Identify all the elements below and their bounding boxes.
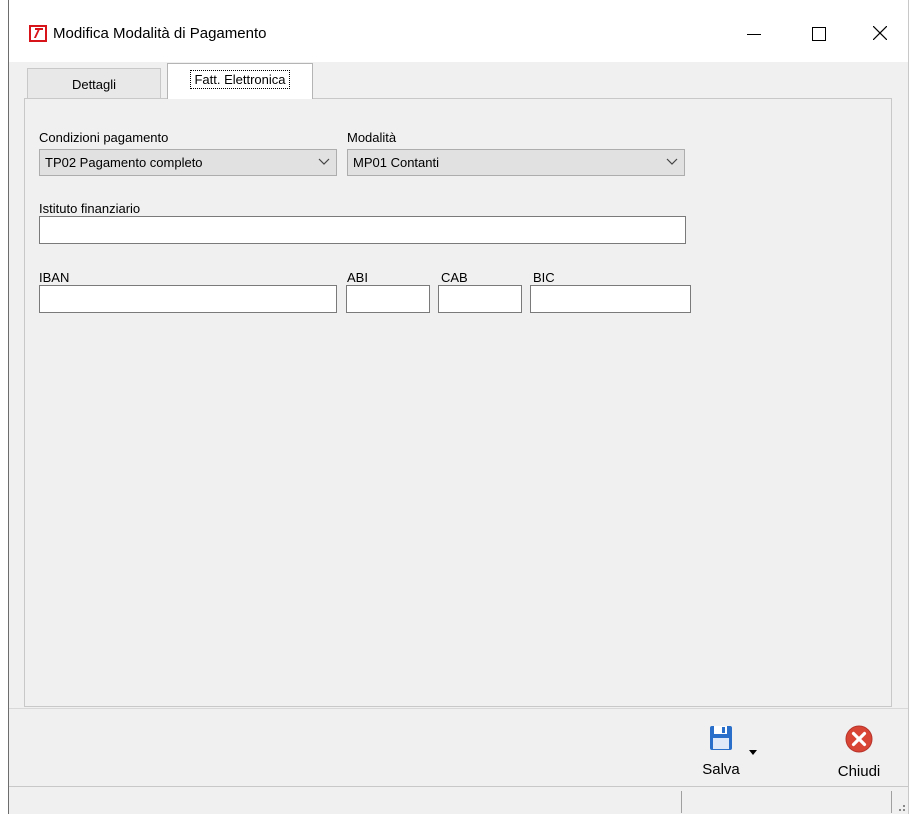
istituto-finanziario-label: Istituto finanziario xyxy=(39,201,141,216)
tab-fatt-elettronica-label: Fatt. Elettronica xyxy=(190,70,290,89)
condizioni-pagamento-value: TP02 Pagamento completo xyxy=(45,155,203,170)
iban-label: IBAN xyxy=(39,270,70,285)
tab-dettagli-label: Dettagli xyxy=(71,77,117,92)
chiudi-label: Chiudi xyxy=(837,763,881,780)
chevron-down-icon xyxy=(666,158,678,165)
iban-input[interactable] xyxy=(39,285,337,313)
title-bar[interactable]: Modifica Modalità di Pagamento xyxy=(9,0,908,62)
status-bar xyxy=(9,786,908,814)
window-title: Modifica Modalità di Pagamento xyxy=(53,25,267,42)
condizioni-pagamento-label: Condizioni pagamento xyxy=(39,130,169,145)
status-separator xyxy=(681,791,682,813)
close-circle-icon xyxy=(845,725,873,753)
resize-grip-icon[interactable] xyxy=(896,802,906,812)
modalita-label: Modalità xyxy=(347,130,397,145)
abi-label: ABI xyxy=(347,270,368,285)
caret-down-icon xyxy=(749,750,757,755)
app-seven-icon xyxy=(29,25,47,42)
istituto-finanziario-input[interactable] xyxy=(39,216,686,244)
floppy-disk-icon xyxy=(710,726,732,750)
close-icon xyxy=(873,26,887,40)
maximize-button[interactable] xyxy=(795,14,841,54)
save-label: Salva xyxy=(702,761,740,778)
bottom-toolbar: Salva Chiudi xyxy=(9,708,908,786)
chiudi-button[interactable]: Chiudi xyxy=(829,725,889,780)
bic-input[interactable] xyxy=(530,285,691,313)
save-dropdown-arrow[interactable] xyxy=(749,743,761,755)
condizioni-pagamento-select[interactable]: TP02 Pagamento completo xyxy=(39,149,337,176)
save-button[interactable]: Salva xyxy=(695,725,747,778)
tab-panel: Condizioni pagamento TP02 Pagamento comp… xyxy=(24,98,892,707)
abi-input[interactable] xyxy=(346,285,430,313)
minimize-button[interactable] xyxy=(731,14,777,54)
cab-input[interactable] xyxy=(438,285,522,313)
modalita-select[interactable]: MP01 Contanti xyxy=(347,149,685,176)
bic-label: BIC xyxy=(533,270,555,285)
dialog-window: Modifica Modalità di Pagamento Dettagli … xyxy=(8,0,909,814)
close-window-button[interactable] xyxy=(857,14,903,54)
chevron-down-icon xyxy=(318,158,330,165)
cab-label: CAB xyxy=(441,270,468,285)
tab-fatt-elettronica[interactable]: Fatt. Elettronica xyxy=(167,63,313,99)
status-separator xyxy=(891,791,892,813)
modalita-value: MP01 Contanti xyxy=(353,155,439,170)
tab-dettagli[interactable]: Dettagli xyxy=(27,68,161,98)
